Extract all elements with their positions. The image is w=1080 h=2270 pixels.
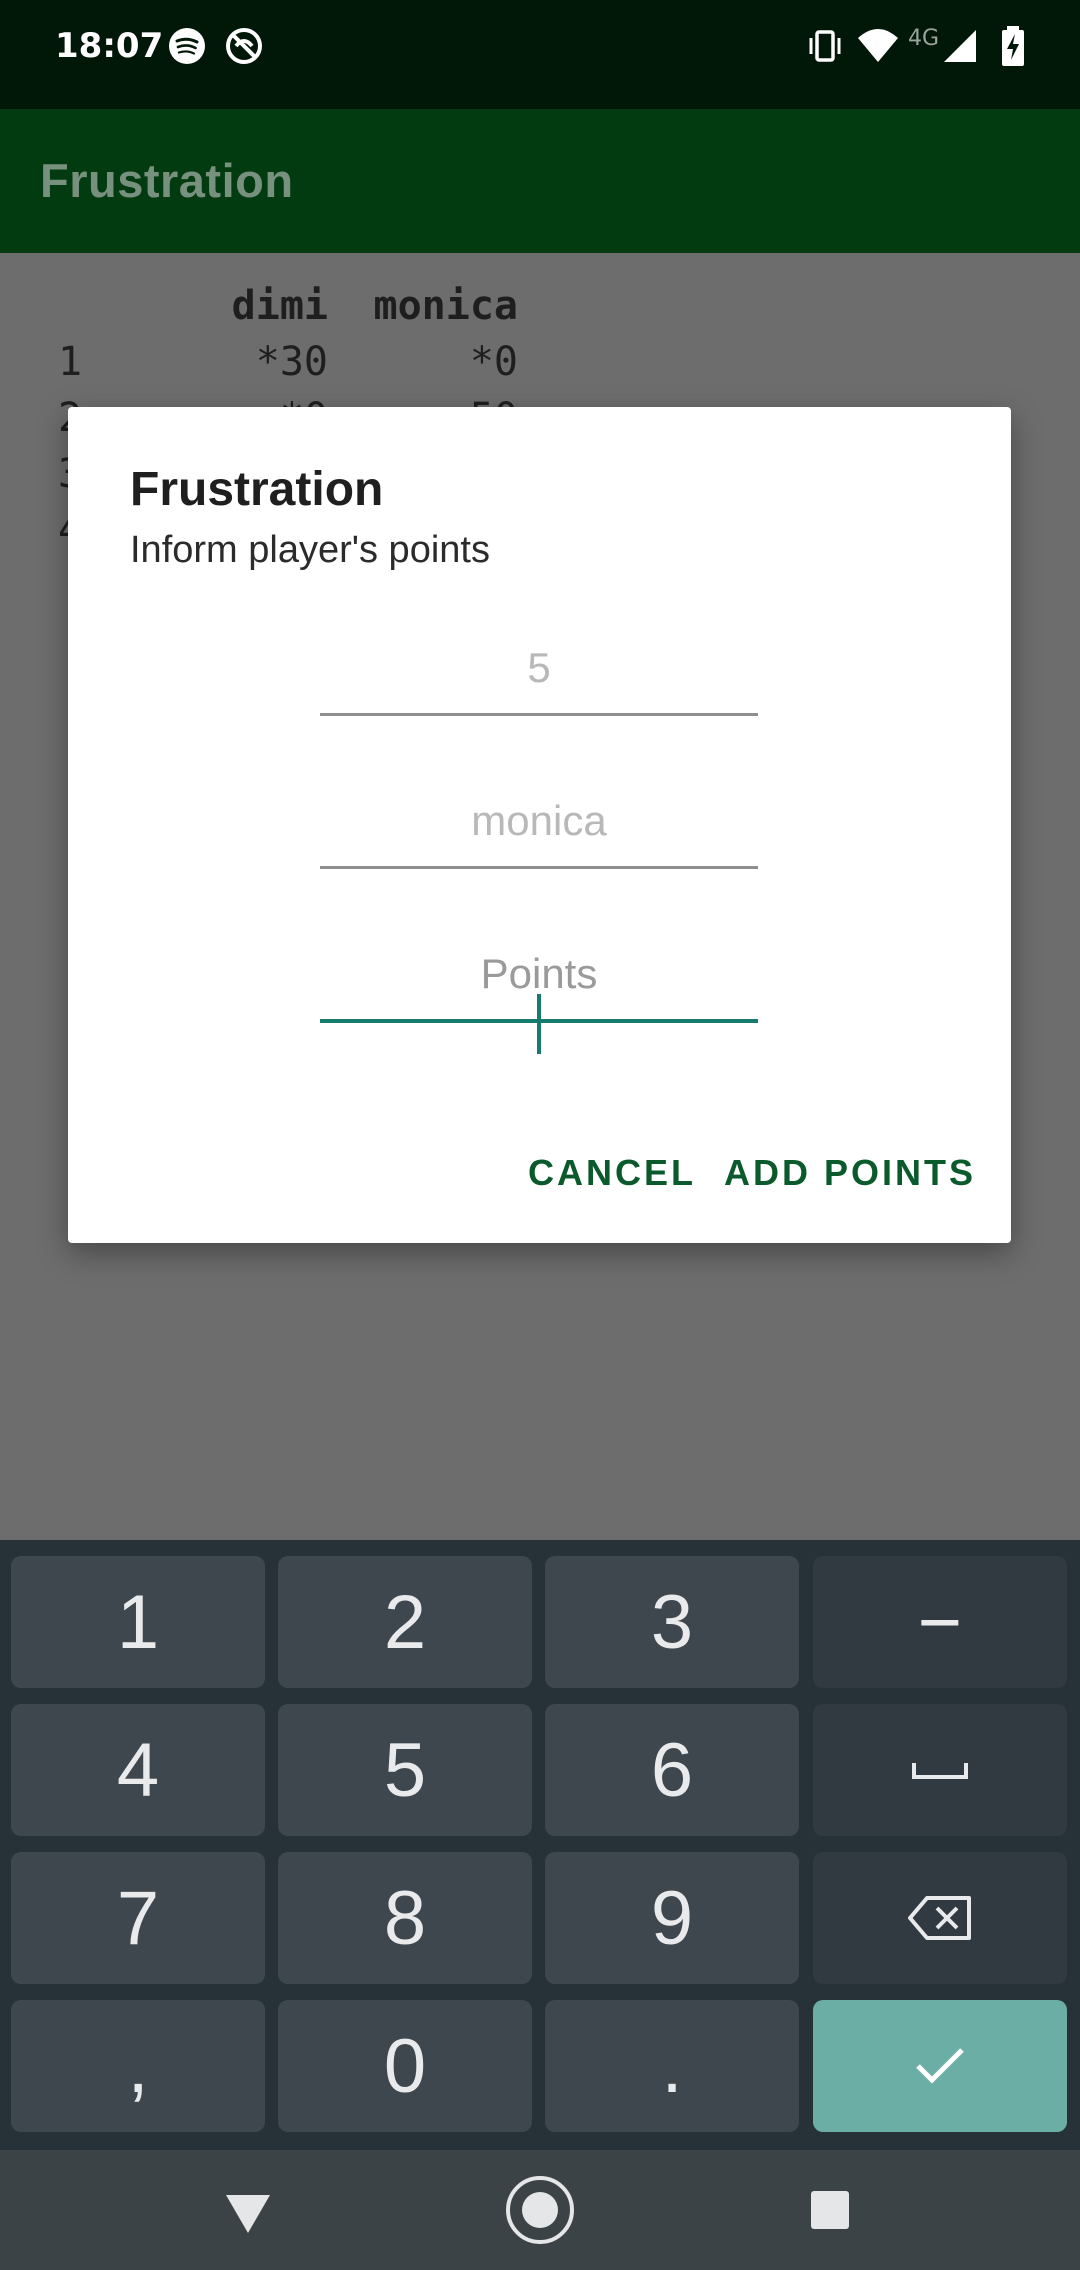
player-value: monica — [471, 797, 607, 844]
app-bar: Frustration — [0, 109, 1080, 253]
dialog-title: Frustration — [130, 463, 384, 516]
status-time: 18:07 — [55, 26, 164, 66]
key-6[interactable]: 6 — [545, 1704, 799, 1836]
backspace-icon — [908, 1896, 971, 1940]
wifi-icon — [858, 29, 898, 62]
key-2[interactable]: 2 — [278, 1556, 532, 1688]
score-header-player: dimi — [231, 283, 328, 329]
key-5[interactable]: 5 — [278, 1704, 532, 1836]
numeric-keyboard: 1 2 3 − 4 5 6 7 8 9 , 0 . — [0, 1540, 1080, 2150]
key-9[interactable]: 9 — [545, 1852, 799, 1984]
status-bar: 18:07 4G — [0, 0, 1080, 109]
dialog-message: Inform player's points — [130, 529, 490, 571]
key-4[interactable]: 4 — [11, 1704, 265, 1836]
text-cursor — [537, 994, 541, 1054]
round-field[interactable]: 5 — [320, 623, 758, 716]
do-not-disturb-icon — [226, 28, 262, 64]
key-1[interactable]: 1 — [11, 1556, 265, 1688]
score-cell: *30 — [255, 339, 328, 385]
spotify-icon — [169, 28, 205, 64]
round-number: 1 — [58, 339, 83, 385]
cancel-button[interactable]: CANCEL — [528, 1152, 696, 1194]
checkmark-icon — [916, 2048, 964, 2084]
score-header-player: monica — [373, 283, 519, 329]
round-value: 5 — [527, 644, 551, 691]
key-backspace[interactable] — [813, 1852, 1067, 1984]
score-header-row: dimi monica — [58, 278, 518, 334]
score-row: 1 *30 *0 — [58, 334, 518, 390]
add-points-dialog: Frustration Inform player's points 5 mon… — [68, 407, 1011, 1243]
key-minus[interactable]: − — [813, 1556, 1067, 1688]
back-icon[interactable] — [208, 2175, 288, 2245]
navigation-bar — [0, 2150, 1080, 2270]
home-icon[interactable] — [500, 2175, 580, 2245]
key-comma[interactable]: , — [11, 2000, 265, 2132]
key-8[interactable]: 8 — [278, 1852, 532, 1984]
score-cell: *0 — [469, 339, 518, 385]
player-field[interactable]: monica — [320, 776, 758, 869]
score-header-round — [58, 278, 168, 334]
network-type-label: 4G — [908, 26, 940, 51]
vibrate-icon — [809, 30, 841, 62]
battery-charging-icon — [1002, 26, 1024, 66]
recents-icon[interactable] — [790, 2175, 870, 2245]
key-0[interactable]: 0 — [278, 2000, 532, 2132]
space-icon — [912, 1763, 968, 1779]
cellular-signal-icon — [944, 30, 976, 62]
app-title: Frustration — [40, 154, 294, 207]
key-done[interactable] — [813, 2000, 1067, 2132]
key-7[interactable]: 7 — [11, 1852, 265, 1984]
key-space[interactable] — [813, 1704, 1067, 1836]
key-period[interactable]: . — [545, 2000, 799, 2132]
add-points-button[interactable]: ADD POINTS — [724, 1152, 976, 1194]
key-3[interactable]: 3 — [545, 1556, 799, 1688]
